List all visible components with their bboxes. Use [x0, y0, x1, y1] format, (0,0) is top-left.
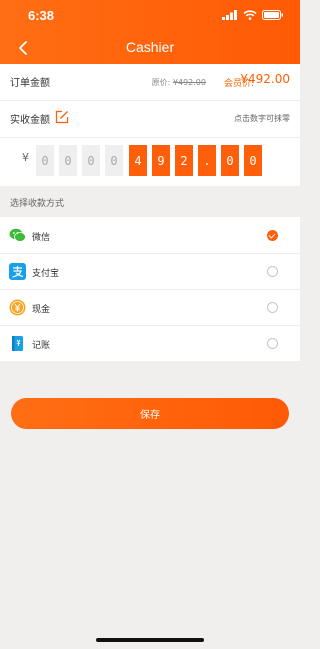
header: 6:38 Cashier	[0, 0, 300, 64]
amount-digit[interactable]: 0	[244, 145, 262, 176]
cash-icon	[9, 299, 26, 316]
page-title: Cashier	[125, 39, 175, 55]
alipay-icon	[9, 263, 26, 280]
round-off-hint: 点击数字可抹零	[234, 114, 290, 123]
payment-section-title: 选择收款方式	[10, 199, 65, 209]
currency-symbol: ¥	[22, 151, 29, 164]
order-amount-label: 订单金额	[10, 78, 50, 89]
original-price-value: ¥492.00	[172, 78, 206, 87]
amount-digit[interactable]: 9	[152, 145, 170, 176]
edit-icon[interactable]	[55, 110, 69, 124]
payment-option-ledger[interactable]: 记账	[0, 326, 300, 361]
save-button[interactable]: 保存	[11, 398, 289, 429]
payment-option-label: 记账	[32, 341, 51, 351]
battery-icon	[262, 10, 283, 20]
radio-unselected[interactable]	[267, 302, 278, 313]
actual-amount-label: 实收金额	[10, 115, 50, 126]
status-bar: 6:38	[0, 0, 300, 32]
payment-option-label: 现金	[32, 305, 51, 315]
amount-digit[interactable]: 0	[82, 145, 100, 176]
signal-icon	[222, 10, 237, 20]
payment-option-label: 支付宝	[32, 269, 60, 279]
payment-option-cash[interactable]: 现金	[0, 290, 300, 325]
status-time: 6:38	[28, 8, 55, 23]
radio-selected[interactable]	[267, 230, 278, 241]
payment-option-alipay[interactable]: 支付宝	[0, 254, 300, 289]
amount-digit[interactable]: 0	[59, 145, 77, 176]
amount-digit[interactable]: 0	[36, 145, 54, 176]
payment-option-label: 微信	[32, 233, 51, 243]
home-indicator	[96, 638, 204, 642]
wechat-icon	[9, 228, 26, 242]
status-icons	[222, 10, 284, 20]
payment-option-wechat[interactable]: 微信	[0, 217, 300, 253]
radio-unselected[interactable]	[267, 338, 278, 349]
original-price-prefix: 原价:	[151, 78, 173, 87]
order-amount-row: 订单金额 原价: ¥492.00 会员价: ¥492.00	[0, 64, 300, 100]
actual-amount-row: 实收金额 点击数字可抹零	[0, 101, 300, 137]
member-price: ¥492.00	[240, 72, 290, 86]
radio-unselected[interactable]	[267, 266, 278, 277]
amount-digit[interactable]: 0	[105, 145, 123, 176]
amount-digits: ¥ 0 0 0 0 4 9 2 . 0 0	[0, 136, 300, 184]
wifi-icon	[243, 10, 257, 20]
amount-digit[interactable]: 2	[175, 145, 193, 176]
ledger-icon	[12, 336, 23, 351]
amount-digit[interactable]: 4	[129, 145, 147, 176]
original-price: 原价: ¥492.00	[152, 77, 206, 88]
amount-digit[interactable]: 0	[221, 145, 239, 176]
amount-decimal-point[interactable]: .	[198, 145, 216, 176]
payment-methods-list: 微信 支付宝 现金 记账	[0, 217, 300, 361]
nav-bar: Cashier	[0, 32, 300, 64]
